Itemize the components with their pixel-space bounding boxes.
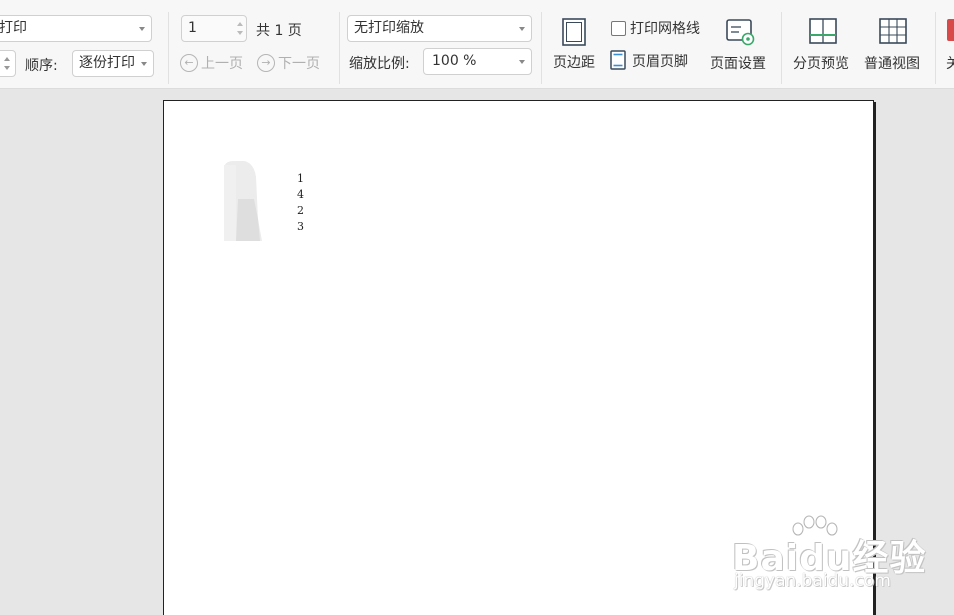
close-preview-icon[interactable] [947,19,954,41]
watermark-url: jingyan.baidu.com [734,571,891,591]
toolbar-divider [935,12,936,84]
toolbar-divider [781,12,782,84]
page-setup-icon [726,19,755,46]
header-footer-button[interactable]: 页眉页脚 [608,50,694,74]
prev-page-label: 上一页 [201,56,243,72]
scaling-mode-dropdown[interactable]: 无打印缩放 [347,15,532,42]
total-pages-label: 共 1 页 [256,23,302,39]
close-preview-label[interactable]: 关 [946,53,954,73]
scaling-mode-value: 无打印缩放 [354,20,424,36]
order-label: 顺序: [25,58,58,74]
chevron-down-icon [519,60,525,64]
page-number-value: 1 [188,20,197,36]
chevron-down-icon [141,62,147,66]
page-break-preview-button[interactable]: 分页预览 [790,12,854,74]
toolbar-divider [168,12,169,84]
cell-value: 2 [297,204,304,217]
print-mode-dropdown[interactable]: 打印 [0,15,152,42]
chevron-down-icon [139,27,145,31]
spinner-arrows-icon[interactable] [3,51,12,76]
arrow-right-icon: → [257,54,275,72]
margins-icon [562,18,586,46]
arrow-left-icon: ← [180,54,198,72]
header-footer-icon [610,50,626,70]
normal-view-button[interactable]: 普通视图 [862,12,926,74]
normal-view-label: 普通视图 [864,56,920,72]
cell-value: 1 [297,172,304,185]
print-gridlines-label[interactable]: 打印网格线 [630,18,700,38]
order-value: 逐份打印 [79,55,135,71]
spinner-arrows-icon[interactable] [236,16,245,41]
toolbar-divider [339,12,340,84]
grid-icon [879,18,907,44]
margins-button[interactable]: 页边距 [550,12,600,74]
cell-value: 3 [297,220,304,233]
page-break-preview-label: 分页预览 [793,56,849,72]
margins-label: 页边距 [553,55,595,71]
header-footer-label: 页眉页脚 [632,54,688,70]
page-setup-label: 页面设置 [710,56,766,72]
zoom-dropdown[interactable]: 100 % [423,48,532,75]
zoom-label: 缩放比例: [349,56,410,72]
cell-value: 4 [297,188,304,201]
next-page-button[interactable]: → 下一页 [257,52,320,74]
next-page-label: 下一页 [278,56,320,72]
cell-values: 1 4 2 3 [297,171,304,235]
blurred-image [224,161,262,241]
prev-page-button[interactable]: ← 上一页 [180,52,243,74]
chevron-down-icon [519,27,525,31]
baidu-watermark: Baidu经验 jingyan.baidu.com [732,515,932,595]
page-break-preview-icon [809,18,837,44]
print-mode-value: 打印 [0,20,27,36]
zoom-value: 100 % [432,53,477,69]
print-preview-toolbar: 打印 顺序: 逐份打印 1 共 1 页 ← 上一页 → 下一页 无打印缩放 缩放… [0,0,954,89]
page-number-input[interactable]: 1 [181,15,247,42]
copies-spinner[interactable] [0,50,16,77]
page-setup-button[interactable]: 页面设置 [706,12,772,74]
print-gridlines-checkbox[interactable] [611,21,626,36]
toolbar-divider [541,12,542,84]
order-dropdown[interactable]: 逐份打印 [72,50,154,77]
